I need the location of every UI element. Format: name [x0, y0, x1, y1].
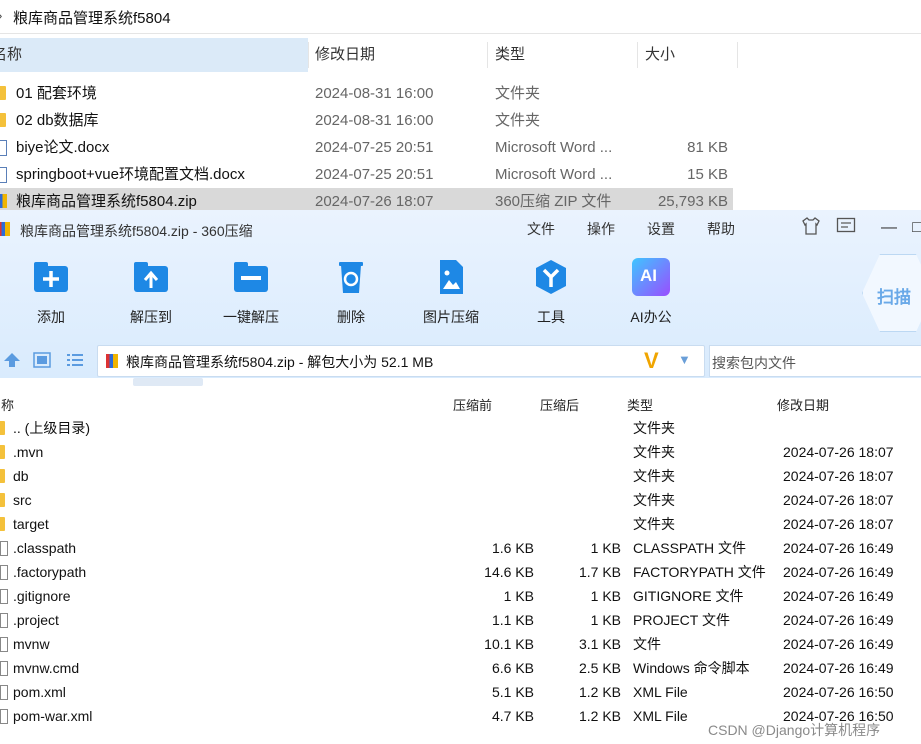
zip-column-headers: 名称 压缩前 压缩后 类型 修改日期 — [0, 390, 921, 416]
tool-delete-button[interactable]: 删除 — [313, 258, 389, 325]
column-divider[interactable] — [308, 42, 309, 68]
zip-title-bar: 粮库商品管理系统f5804.zip - 360压缩 文件 操作 设置 帮助 — … — [0, 210, 921, 248]
zip-icon — [106, 354, 118, 368]
tool-extract-to-button[interactable]: 解压到 — [113, 258, 189, 325]
explorer-row[interactable]: 02 db数据库 2024-08-31 16:00 文件夹 — [0, 107, 733, 134]
file-icon — [0, 541, 8, 556]
header-name[interactable]: 名称 ⌃ ⌄ — [0, 38, 308, 72]
file-icon — [0, 637, 8, 652]
folder-icon — [0, 493, 5, 507]
header-type[interactable]: 类型 — [495, 38, 525, 72]
scan-label: 扫描 — [877, 288, 911, 307]
add-icon — [32, 258, 70, 296]
archive-row[interactable]: mvnw.cmd 6.6 KB 2.5 KB Windows 命令脚本 2024-07-… — [0, 656, 921, 680]
archive-row[interactable]: mvnw 10.1 KB 3.1 KB 文件 2024-07-26 16:49 — [0, 632, 921, 656]
zip-toolbar-area: 粮库商品管理系统f5804.zip - 360压缩 文件 操作 设置 帮助 — … — [0, 210, 921, 378]
zip-address-bar: 粮库商品管理系统f5804.zip - 解包大小为 52.1 MB V ▼ 搜索… — [0, 342, 921, 378]
menu-help[interactable]: 帮助 — [707, 219, 735, 239]
tool-add-button[interactable]: 添加 — [13, 258, 89, 325]
list-view-icon[interactable] — [66, 352, 84, 368]
thumbnail-view-icon[interactable] — [33, 352, 51, 368]
archive-row[interactable]: target 文件夹 2024-07-26 18:07 — [0, 512, 921, 536]
zip-header-name[interactable]: 名称 — [0, 395, 14, 414]
skin-shirt-icon[interactable] — [800, 217, 822, 239]
one-click-extract-icon — [232, 258, 270, 296]
archive-row[interactable]: db 文件夹 2024-07-26 18:07 — [0, 464, 921, 488]
explorer-address-bar[interactable]: › 粮库商品管理系统f5804 — [0, 0, 921, 34]
archive-row[interactable]: .factorypath 14.6 KB 1.7 KB FACTORYPATH 文件 2… — [0, 560, 921, 584]
archive-row[interactable]: .classpath 1.6 KB 1 KB CLASSPATH 文件 2024-07-… — [0, 536, 921, 560]
zip-header-before[interactable]: 压缩前 — [453, 395, 492, 414]
menu-operate[interactable]: 操作 — [587, 219, 615, 239]
chevron-down-icon[interactable]: ⌄ — [0, 38, 2, 72]
zip-header-after[interactable]: 压缩后 — [540, 395, 579, 414]
column-divider[interactable] — [487, 42, 488, 68]
explorer-row[interactable]: biye论文.docx 2024-07-25 20:51 Microsoft W… — [0, 134, 733, 161]
tool-tools-button[interactable]: 工具 — [513, 258, 589, 325]
archive-row[interactable]: .gitignore 1 KB 1 KB GITIGNORE 文件 2024-07-26… — [0, 584, 921, 608]
file-icon — [0, 613, 8, 628]
archive-row[interactable]: pom.xml 5.1 KB 1.2 KB XML File 2024-07-26 16… — [0, 680, 921, 704]
zip-archive-window: 粮库商品管理系统f5804.zip - 360压缩 文件 操作 设置 帮助 — … — [0, 210, 921, 744]
horizontal-scroll-thumb[interactable] — [133, 378, 203, 386]
explorer-row[interactable]: 01 配套环境 2024-08-31 16:00 文件夹 — [0, 80, 733, 107]
zip-app-icon — [0, 222, 10, 236]
file-icon — [0, 685, 8, 700]
chevron-right-icon[interactable]: › — [0, 8, 2, 23]
doc-icon — [0, 140, 7, 156]
column-divider[interactable] — [737, 42, 738, 68]
tools-icon — [532, 258, 570, 296]
zip-header-type[interactable]: 类型 — [627, 395, 653, 414]
folder-icon — [0, 113, 6, 127]
folder-icon — [0, 445, 5, 459]
minimize-icon[interactable]: — — [878, 217, 900, 239]
folder-icon — [0, 86, 6, 100]
archive-row[interactable]: .project 1.1 KB 1 KB PROJECT 文件 2024-07-26 1… — [0, 608, 921, 632]
watermark-text: CSDN @Django计算机程序 — [708, 722, 881, 738]
menu-settings[interactable]: 设置 — [647, 219, 675, 239]
folder-icon — [0, 517, 5, 531]
chevron-down-icon[interactable]: ▼ — [678, 352, 691, 367]
tool-ai-office-button[interactable]: AI AI办公 — [613, 258, 689, 325]
extract-to-icon — [132, 258, 170, 296]
scan-button[interactable]: 扫描 — [862, 254, 921, 332]
menu-file[interactable]: 文件 — [527, 219, 555, 239]
v-badge-icon[interactable]: V — [644, 348, 659, 374]
column-divider[interactable] — [637, 42, 638, 68]
file-icon — [0, 565, 8, 580]
zip-window-title: 粮库商品管理系统f5804.zip - 360压缩 — [20, 223, 253, 239]
explorer-path: 粮库商品管理系统f5804 — [13, 10, 171, 27]
folder-icon — [0, 421, 5, 435]
explorer-column-headers: 名称 ⌃ ⌄ 修改日期 类型 大小 — [0, 38, 738, 72]
folder-icon — [0, 469, 5, 483]
tool-image-compress-button[interactable]: 图片压缩 — [413, 258, 489, 325]
file-explorer-window: › 粮库商品管理系统f5804 名称 ⌃ ⌄ 修改日期 类型 大小 01 配套环… — [0, 0, 921, 215]
file-icon — [0, 661, 8, 676]
tool-one-click-extract-button[interactable]: 一键解压 — [213, 258, 289, 325]
explorer-row[interactable]: springboot+vue环境配置文档.docx 2024-07-25 20:… — [0, 161, 733, 188]
archive-row[interactable]: src 文件夹 2024-07-26 18:07 — [0, 488, 921, 512]
zip-header-modified[interactable]: 修改日期 — [777, 395, 829, 414]
maximize-icon[interactable]: □ — [906, 217, 921, 239]
archive-row[interactable]: .mvn 文件夹 2024-07-26 18:07 — [0, 440, 921, 464]
archive-path-field[interactable]: 粮库商品管理系统f5804.zip - 解包大小为 52.1 MB V ▼ — [97, 345, 705, 377]
ai-office-icon: AI — [632, 258, 670, 296]
up-arrow-icon[interactable] — [3, 352, 21, 368]
archive-search-input[interactable]: 搜索包内文件 — [709, 345, 921, 377]
header-size[interactable]: 大小 — [645, 38, 675, 72]
image-compress-icon — [432, 258, 470, 296]
header-modified[interactable]: 修改日期 — [315, 38, 375, 72]
doc-icon — [0, 167, 7, 183]
zip-icon — [0, 194, 7, 208]
file-icon — [0, 589, 8, 604]
delete-icon — [332, 258, 370, 296]
archive-row[interactable]: .. (上级目录) 文件夹 — [0, 416, 921, 440]
message-icon[interactable] — [835, 217, 857, 239]
file-icon — [0, 709, 8, 724]
